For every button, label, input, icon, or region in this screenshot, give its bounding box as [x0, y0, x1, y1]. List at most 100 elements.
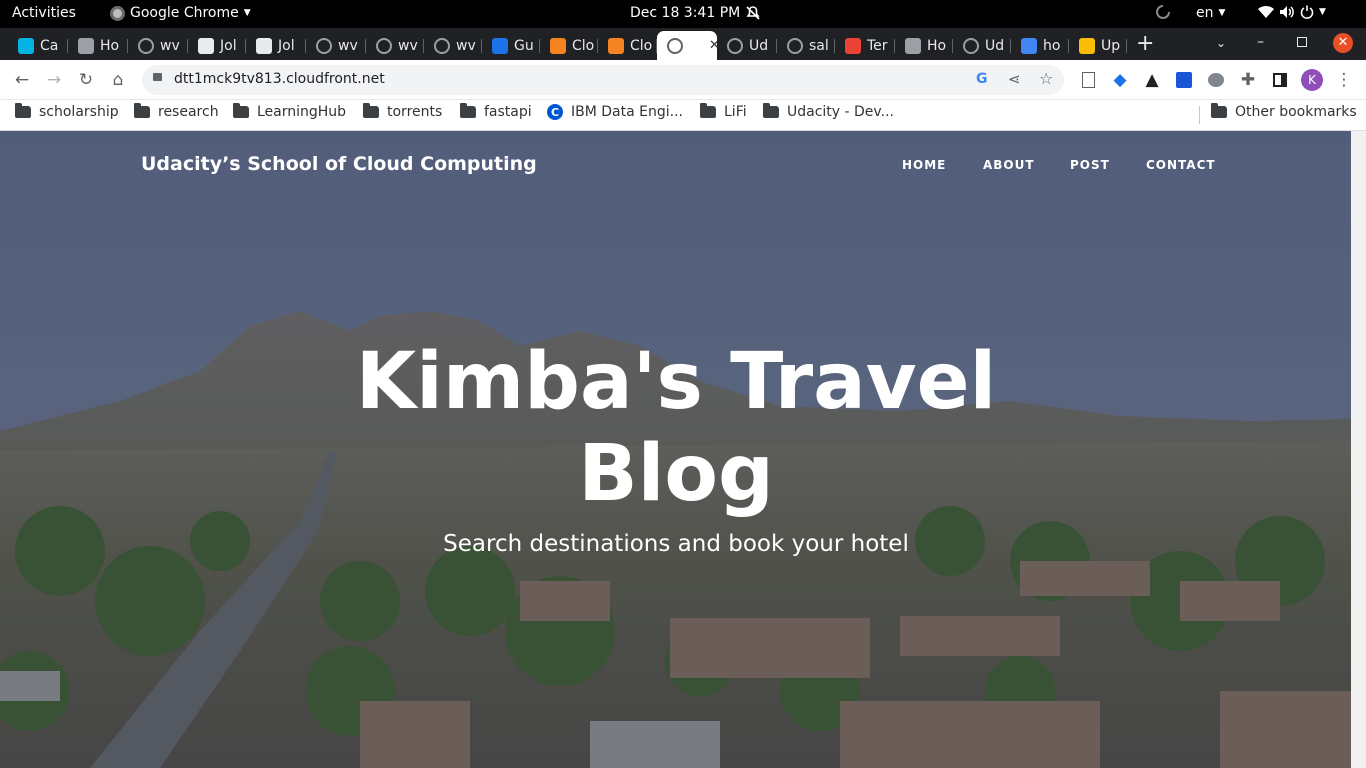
bookmark-item[interactable]: fastapi	[460, 103, 532, 120]
folder-icon	[460, 103, 476, 118]
tab-label: Ter	[867, 37, 888, 54]
lock-icon	[153, 73, 162, 81]
close-window-button[interactable]: ✕	[1333, 33, 1353, 53]
app-menu[interactable]: Google Chrome ▼	[110, 5, 251, 21]
udacity-icon	[18, 37, 34, 54]
extension-bird-icon[interactable]: ▲	[1140, 68, 1164, 92]
language-selector[interactable]: en ▼	[1196, 5, 1225, 21]
tab-0[interactable]: Ca	[8, 31, 68, 60]
bookmark-label: IBM Data Engi...	[571, 104, 683, 120]
bookmarks-divider	[1199, 106, 1200, 124]
gmail-icon	[845, 37, 861, 54]
address-bar[interactable]: dtt1mck9tv813.cloudfront.net G ⋖ ☆	[142, 65, 1064, 95]
bookmark-item[interactable]: scholarship	[15, 103, 119, 120]
globe-icon	[787, 37, 803, 54]
bookmarks-bar: scholarship research LearningHub torrents fa…	[0, 100, 1366, 131]
bookmark-label: scholarship	[39, 104, 119, 120]
tab-search-button[interactable]: ⌄	[1216, 36, 1226, 50]
tab-15[interactable]: Ho	[895, 31, 953, 60]
share-icon[interactable]: ⋖	[1008, 70, 1021, 88]
browser-menu-icon[interactable]: ⋮	[1332, 68, 1356, 92]
guide-icon	[492, 37, 508, 54]
restore-button[interactable]	[1297, 37, 1307, 47]
power-icon	[1300, 5, 1314, 19]
tab-8[interactable]: Gu	[482, 31, 540, 60]
tab-7[interactable]: wv	[424, 31, 482, 60]
folder-icon	[700, 103, 716, 118]
clock[interactable]: Dec 18 3:41 PM	[630, 5, 761, 21]
globe-icon	[667, 37, 683, 54]
tab-16[interactable]: Ud	[953, 31, 1011, 60]
tab-5[interactable]: wv	[306, 31, 366, 60]
jobberman-icon	[256, 37, 272, 54]
activities-button[interactable]: Activities	[12, 5, 76, 21]
browser-toolbar: ← → ↻ ⌂ dtt1mck9tv813.cloudfront.net G ⋖…	[0, 60, 1366, 100]
tab-4[interactable]: Jol	[246, 31, 306, 60]
bookmark-item[interactable]: C IBM Data Engi...	[547, 104, 683, 120]
folder-icon	[363, 103, 379, 118]
folder-icon	[763, 103, 779, 118]
nav-contact[interactable]: CONTACT	[1146, 158, 1216, 172]
reload-button[interactable]: ↻	[74, 68, 98, 92]
chevron-down-icon: ▼	[1218, 8, 1226, 18]
tab-2[interactable]: wv	[128, 31, 188, 60]
profile-avatar[interactable]: K	[1300, 68, 1324, 92]
tab-13[interactable]: sal	[777, 31, 835, 60]
tab-label: wv	[338, 37, 358, 54]
bookmark-item[interactable]: torrents	[363, 103, 442, 120]
extensions-puzzle-icon[interactable]: ✚	[1236, 68, 1260, 92]
bookmark-item[interactable]: LearningHub	[233, 103, 346, 120]
close-tab-icon[interactable]: ✕	[709, 38, 717, 53]
new-tab-button[interactable]: +	[1136, 33, 1154, 55]
hero-subtitle: Search destinations and book your hotel	[443, 531, 909, 557]
home-button[interactable]: ⌂	[106, 68, 130, 92]
bookmark-item[interactable]: Udacity - Dev...	[763, 103, 894, 120]
aws-cube-icon	[550, 37, 566, 54]
forward-button[interactable]: →	[42, 68, 66, 92]
extension-cap-icon[interactable]: ◆	[1108, 68, 1132, 92]
folder-icon	[233, 103, 249, 118]
folder-icon	[15, 103, 31, 118]
tab-1[interactable]: Ho	[68, 31, 128, 60]
tab-11[interactable]: ✕	[657, 31, 717, 60]
nav-post[interactable]: POST	[1070, 158, 1110, 172]
page-scrollbar[interactable]	[1351, 131, 1366, 768]
tab-9[interactable]: Clo	[540, 31, 598, 60]
globe-icon	[316, 37, 332, 54]
system-status-menu[interactable]: ▼	[1258, 5, 1326, 19]
tab-12[interactable]: Ud	[717, 31, 777, 60]
aws-cube-icon	[608, 37, 624, 54]
tab-label: wv	[398, 37, 418, 54]
globe-icon	[434, 37, 450, 54]
system-top-bar: Activities Google Chrome ▼ Dec 18 3:41 P…	[0, 0, 1366, 28]
extension-bracket-icon[interactable]	[1172, 68, 1196, 92]
bookmark-item[interactable]: research	[134, 103, 219, 120]
back-button[interactable]: ←	[10, 68, 34, 92]
coursera-icon: C	[547, 104, 563, 120]
other-bookmarks[interactable]: Other bookmarks	[1211, 103, 1357, 120]
package-icon	[1079, 37, 1095, 54]
app-name: Google Chrome	[130, 5, 239, 21]
tab-10[interactable]: Clo	[598, 31, 657, 60]
folder-icon	[134, 103, 150, 118]
site-brand[interactable]: Udacity’s School of Cloud Computing	[141, 153, 537, 175]
google-lens-icon[interactable]: G	[976, 71, 988, 87]
nav-about[interactable]: ABOUT	[983, 158, 1035, 172]
extension-camera-icon[interactable]	[1204, 68, 1228, 92]
minimize-button[interactable]: –	[1257, 34, 1264, 50]
side-panel-icon[interactable]	[1268, 68, 1292, 92]
bookmark-star-icon[interactable]: ☆	[1039, 69, 1053, 88]
tab-3[interactable]: Jol	[188, 31, 246, 60]
tab-18[interactable]: Up	[1069, 31, 1127, 60]
tab-14[interactable]: Ter	[835, 31, 895, 60]
tab-separator	[1126, 39, 1127, 53]
nav-home[interactable]: HOME	[902, 158, 946, 172]
globe-icon	[727, 37, 743, 54]
tab-label: Jol	[278, 37, 295, 54]
tab-label: sal	[809, 37, 829, 54]
reading-list-icon[interactable]	[1076, 68, 1100, 92]
tab-17[interactable]: ho	[1011, 31, 1069, 60]
tab-6[interactable]: wv	[366, 31, 424, 60]
chrome-icon	[110, 5, 125, 21]
bookmark-item[interactable]: LiFi	[700, 103, 747, 120]
